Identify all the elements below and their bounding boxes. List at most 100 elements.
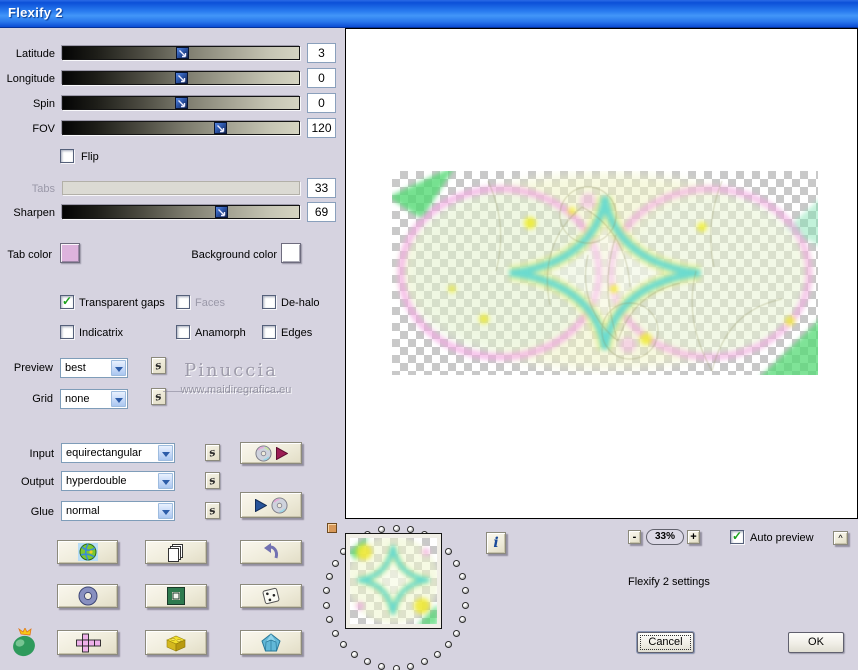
preset-dot[interactable] — [331, 559, 339, 567]
dropdown-arrow-icon[interactable] — [158, 473, 173, 489]
preset-dot[interactable] — [322, 587, 330, 595]
tab-color-swatch[interactable] — [60, 243, 80, 263]
preset-dot[interactable] — [444, 547, 452, 555]
save-render-button[interactable] — [240, 492, 302, 518]
spin-slider-thumb[interactable] — [175, 97, 188, 109]
latitude-value-field[interactable]: 3 — [307, 43, 336, 63]
anamorph-checkbox[interactable] — [176, 325, 190, 339]
auto-preview-checkbox[interactable]: ✓ — [730, 529, 744, 544]
output-random-button[interactable]: s — [205, 472, 220, 489]
longitude-slider-thumb[interactable] — [175, 72, 188, 84]
de-halo-checkbox[interactable] — [262, 295, 276, 309]
fov-label: FOV — [32, 123, 55, 135]
preset-dot[interactable] — [453, 629, 461, 637]
grid-select[interactable]: none — [60, 389, 128, 409]
sharpen-label: Sharpen — [13, 207, 55, 219]
preset-dot[interactable] — [444, 641, 452, 649]
dice-button[interactable] — [240, 584, 302, 608]
zoom-level-display[interactable]: 33% — [646, 529, 684, 545]
indicatrix-checkbox[interactable] — [60, 325, 74, 339]
brick-button[interactable] — [145, 630, 207, 655]
preview-canvas[interactable] — [345, 28, 858, 519]
load-render-button[interactable] — [240, 442, 302, 464]
duplicate-button[interactable] — [145, 540, 207, 564]
preset-dot[interactable] — [377, 526, 385, 534]
preset-dot[interactable] — [377, 662, 385, 670]
output-select[interactable]: hyperdouble — [61, 471, 175, 491]
longitude-label: Longitude — [6, 73, 55, 85]
latitude-slider-thumb[interactable] — [176, 47, 190, 59]
sharpen-value-field[interactable]: 69 — [307, 202, 336, 222]
collapse-button[interactable]: ^ — [833, 531, 848, 545]
dropdown-arrow-icon[interactable] — [158, 503, 173, 519]
flip-checkbox[interactable] — [60, 149, 74, 163]
fov-slider[interactable] — [62, 121, 300, 135]
preset-dot[interactable] — [407, 526, 415, 534]
flaming-pear-logo — [13, 628, 35, 657]
preset-dot[interactable] — [453, 559, 461, 567]
frame-button[interactable] — [145, 584, 207, 608]
cursor-arrow-icon — [216, 125, 225, 133]
transparent-gaps-label: Transparent gaps — [79, 297, 165, 309]
memory-dot-square[interactable] — [327, 523, 337, 533]
zoom-in-button[interactable]: + — [687, 530, 700, 544]
preset-dot[interactable] — [462, 587, 470, 595]
crystal-button[interactable] — [240, 630, 302, 655]
brick-icon — [166, 635, 186, 651]
dropdown-arrow-icon[interactable] — [111, 391, 126, 407]
preset-dot[interactable] — [392, 664, 400, 670]
glue-random-button[interactable]: s — [205, 502, 220, 519]
spin-slider[interactable] — [62, 96, 300, 110]
crystal-icon — [261, 633, 281, 652]
fov-slider-thumb[interactable] — [213, 122, 227, 134]
preset-dot[interactable] — [462, 601, 470, 609]
input-select[interactable]: equirectangular — [61, 443, 175, 463]
titlebar[interactable]: Flexify 2 — [0, 0, 858, 28]
cancel-button[interactable]: Cancel — [637, 632, 694, 653]
torus-button[interactable] — [57, 584, 118, 608]
cursor-arrow-icon — [178, 75, 186, 83]
preset-dot[interactable] — [459, 616, 467, 624]
preset-dot[interactable] — [340, 641, 348, 649]
longitude-slider[interactable] — [62, 71, 300, 85]
preset-dot[interactable] — [351, 651, 359, 659]
preset-dot[interactable] — [433, 651, 441, 659]
preview-mode-select[interactable]: best — [60, 358, 128, 378]
preset-dot[interactable] — [325, 616, 333, 624]
spin-value-field[interactable]: 0 — [307, 93, 336, 113]
cube-net-icon — [75, 633, 101, 652]
dropdown-arrow-icon[interactable] — [158, 445, 173, 461]
tabs-value-field[interactable]: 33 — [307, 178, 336, 198]
settings-status-label: Flexify 2 settings — [628, 576, 710, 588]
glue-select[interactable]: normal — [61, 501, 175, 521]
sharpen-slider-thumb[interactable] — [215, 206, 229, 218]
preset-dot[interactable] — [331, 629, 339, 637]
zoom-out-button[interactable]: - — [628, 530, 641, 544]
tabs-slider — [62, 181, 300, 195]
input-random-button[interactable]: s — [205, 444, 220, 461]
preset-dot[interactable] — [459, 572, 467, 580]
info-button[interactable]: i — [486, 532, 506, 554]
preset-dot[interactable] — [364, 658, 372, 666]
edges-checkbox[interactable] — [262, 325, 276, 339]
preset-dot[interactable] — [392, 524, 400, 532]
output-label: Output — [20, 476, 54, 488]
preset-dot[interactable] — [407, 662, 415, 670]
transparent-gaps-checkbox[interactable]: ✓ — [60, 294, 74, 309]
flip-label: Flip — [81, 151, 99, 163]
background-color-swatch[interactable] — [281, 243, 301, 263]
preset-dot[interactable] — [420, 658, 428, 666]
latitude-slider[interactable] — [62, 46, 300, 60]
fov-value-field[interactable]: 120 — [307, 118, 336, 138]
cube-net-button[interactable] — [57, 630, 118, 655]
longitude-value-field[interactable]: 0 — [307, 68, 336, 88]
seed-thumbnail-image — [350, 538, 437, 624]
seed-thumbnail-frame[interactable] — [345, 533, 442, 629]
ok-button[interactable]: OK — [788, 632, 844, 653]
preset-dot[interactable] — [322, 601, 330, 609]
undo-button[interactable] — [240, 540, 302, 564]
dropdown-arrow-icon[interactable] — [111, 360, 126, 376]
sphere-map-button[interactable] — [57, 540, 118, 564]
sharpen-slider[interactable] — [62, 205, 300, 219]
preset-dot[interactable] — [325, 572, 333, 580]
